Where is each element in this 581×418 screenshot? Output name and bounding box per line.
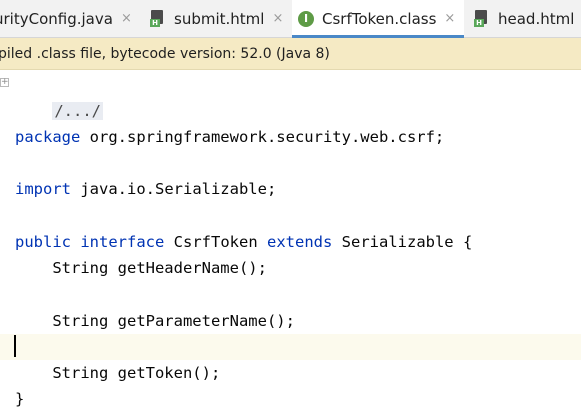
interface-name: CsrfToken [164,233,267,251]
code-line-interface-declaration: public interface CsrfToken extends Seria… [15,229,472,255]
close-icon[interactable]: × [121,12,132,25]
import-name: java.io.Serializable; [71,180,277,198]
fold-toggle-icon[interactable]: + [0,78,9,87]
code-line-import: import java.io.Serializable; [15,176,276,202]
tab-label: urityConfig.java [0,9,113,28]
code-line-method: String getParameterName(); [15,312,295,330]
html-file-icon: H [474,10,490,27]
tab-label: CsrfToken.class [322,9,437,28]
banner-text: piled .class file, bytecode version: 52.… [0,45,330,62]
decompiled-notice-banner: piled .class file, bytecode version: 52.… [0,38,581,70]
html-file-icon: H [150,10,166,27]
code-line-method: String getHeaderName(); [15,259,267,277]
tab-head-html[interactable]: H head.html × [474,0,581,37]
close-icon[interactable]: × [272,12,283,25]
keyword: public [15,233,71,251]
folded-region[interactable]: /.../ [52,102,103,120]
keyword: interface [80,233,165,251]
close-icon[interactable]: × [444,12,455,25]
keyword: import [15,180,71,198]
keyword: extends [267,233,333,251]
package-name: org.springframework.security.web.csrf; [80,128,445,146]
tab-label: submit.html [174,9,265,28]
code-line-method: String getToken(); [15,364,221,382]
tab-security-config[interactable]: urityConfig.java × [0,0,134,37]
super-interface: Serializable { [332,233,473,251]
code-editor[interactable]: + /.../ package org.springframework.secu… [0,70,581,418]
tab-submit-html[interactable]: H submit.html × [150,0,286,37]
text-caret [14,335,16,357]
code-line-current [0,334,581,360]
class-file-icon: I [298,10,314,27]
code-line-imports-folded: /.../ [15,72,103,120]
tab-label: head.html [498,9,575,28]
editor-tab-bar: urityConfig.java × H submit.html × I Csr… [0,0,581,38]
code-line-package: package org.springframework.security.web… [15,124,444,150]
keyword: package [15,128,81,146]
code-line-closing-brace: } [15,390,25,408]
tab-csrf-token-class[interactable]: I CsrfToken.class × [292,0,464,38]
